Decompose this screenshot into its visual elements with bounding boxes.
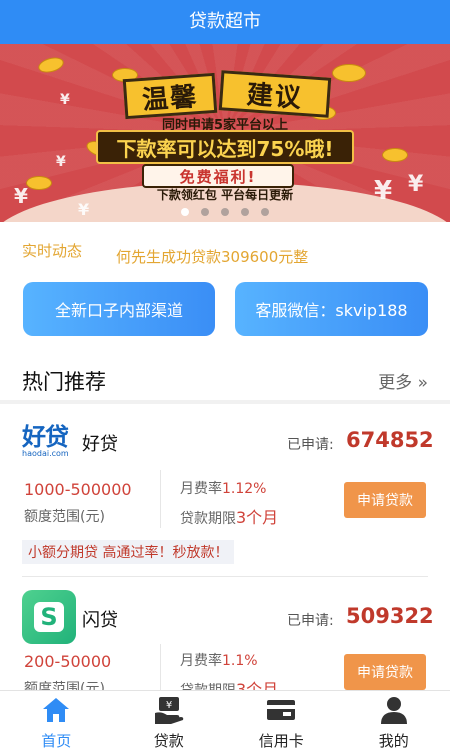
product-tagline: 小额分期贷 高通过率！秒放款！ [22, 540, 235, 564]
yen-symbol-icon: ¥ [60, 92, 70, 108]
user-icon [377, 694, 411, 726]
tab-home[interactable]: 首页 [0, 691, 113, 752]
product-name: 好贷 [82, 434, 118, 455]
banner-line-3-box: 免费福利! [142, 164, 294, 188]
ticker-label: 实时动态 [22, 242, 83, 260]
tab-loan[interactable]: ¥ 贷款 [113, 691, 226, 752]
gold-coin-icon [332, 64, 366, 82]
carousel-dot[interactable] [221, 208, 229, 216]
credit-card-icon [264, 694, 298, 726]
carousel-dot[interactable] [261, 208, 269, 216]
loan-term-label: 贷款期限 [180, 511, 236, 527]
banner-plaque-left: 温馨 [122, 72, 218, 120]
carousel-dot[interactable] [181, 208, 189, 216]
banner-word-right: 建议 [245, 79, 304, 114]
more-link[interactable]: 更多 » [378, 368, 428, 393]
shandai-logo-mark: S [34, 602, 64, 632]
bottom-tab-bar: 首页 ¥ 贷款 信用卡 我的 [0, 690, 450, 752]
section-divider [0, 400, 450, 404]
monthly-rate: 月费率1.12% [180, 478, 266, 498]
monthly-rate-value: 1.12% [222, 481, 267, 497]
gold-coin-icon [382, 148, 408, 162]
section-title: 热门推荐 [22, 370, 106, 394]
apply-loan-button[interactable]: 申请贷款 [344, 482, 426, 518]
column-divider [160, 470, 161, 528]
carousel-dot[interactable] [241, 208, 249, 216]
haodai-logo: 好贷 haodai.com [22, 424, 80, 460]
haodai-logo-sub: haodai.com [22, 449, 69, 458]
applied-label: 已申请: [287, 613, 334, 629]
applied-count: 674852 [346, 428, 434, 452]
shandai-logo: S [22, 590, 76, 644]
monthly-rate-label: 月费率 [180, 653, 222, 669]
carousel-dot[interactable] [201, 208, 209, 216]
loan-term: 贷款期限3个月 [180, 504, 278, 528]
monthly-rate-value: 1.1% [222, 653, 258, 669]
product-name: 闪贷 [82, 610, 118, 631]
tab-label: 首页 [41, 732, 72, 750]
svg-text:¥: ¥ [166, 700, 172, 711]
banner-line-3: 免费福利! [179, 167, 257, 186]
loan-term-value: 3个月 [236, 508, 279, 527]
product-card[interactable]: 好贷 haodai.com 好贷 已申请: 674852 1000-500000… [22, 424, 434, 566]
internal-channel-button[interactable]: 全新口子内部渠道 [23, 282, 215, 336]
monthly-rate-label: 月费率 [180, 481, 222, 497]
tab-profile[interactable]: 我的 [338, 691, 450, 752]
tab-label: 贷款 [153, 732, 184, 750]
promo-banner[interactable]: ¥ ¥ ¥ ¥ ¥ ¥ 温馨 建议 同时申请5家平台以上 下款率可以达到75%哦… [0, 44, 450, 222]
home-icon [39, 694, 73, 726]
app-root: 贷款超市 ¥ ¥ ¥ ¥ ¥ ¥ 温馨 建议 同时申请5家平台以上 下款率可以达… [0, 0, 450, 752]
column-divider [160, 644, 161, 690]
yen-symbol-icon: ¥ [56, 154, 66, 170]
tab-label: 我的 [378, 732, 409, 750]
row-divider [22, 576, 428, 577]
monthly-rate: 月费率1.1% [180, 650, 258, 670]
applied-count: 509322 [346, 604, 434, 628]
tab-label: 信用卡 [258, 732, 304, 750]
product-card[interactable]: S 闪贷 已申请: 509322 200-50000 额度范围(元) 月费率1.… [22, 590, 434, 699]
tab-credit-card[interactable]: 信用卡 [225, 691, 338, 752]
banner-plaque-right: 建议 [218, 70, 332, 118]
page-title: 贷款超市 [0, 0, 450, 44]
banner-word-left: 温馨 [141, 81, 200, 116]
amount-range-label: 额度范围(元) [24, 509, 105, 525]
apply-loan-button[interactable]: 申请贷款 [344, 654, 426, 690]
amount-range: 200-50000 [24, 652, 112, 671]
ticker-message[interactable]: 何先生成功贷款309600元整 [116, 246, 308, 267]
loan-icon: ¥ [152, 694, 186, 726]
banner-line-2: 下款率可以达到75%哦! [116, 136, 334, 161]
haodai-logo-mark: 好贷 [22, 423, 69, 451]
carousel-indicator [0, 208, 450, 216]
live-news-ticker: 实时动态 何先生成功贷款309600元整 [22, 240, 432, 267]
banner-line-4: 下款领红包 平台每日更新 [156, 188, 294, 202]
banner-line-2-box: 下款率可以达到75%哦! [96, 130, 354, 164]
amount-range: 1000-500000 [24, 480, 132, 499]
customer-service-button[interactable]: 客服微信：skvip188 [235, 282, 428, 336]
section-header: 热门推荐 更多 » [22, 362, 428, 394]
applied-label: 已申请: [287, 437, 334, 453]
